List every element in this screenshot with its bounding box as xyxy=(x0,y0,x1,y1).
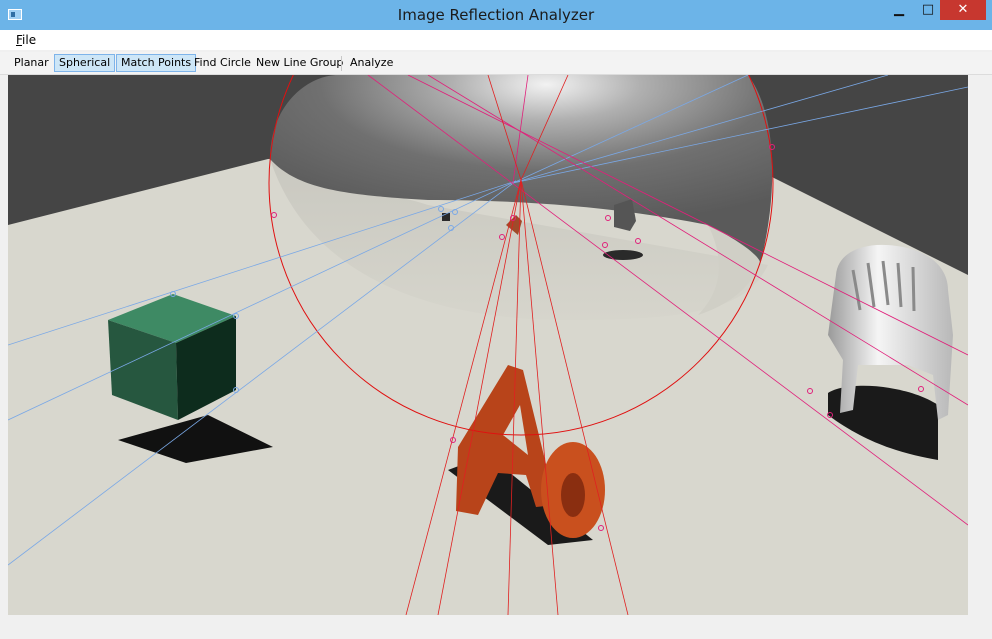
menu-file[interactable]: File xyxy=(16,33,36,47)
viewport-right-gutter xyxy=(968,75,986,615)
toolbar-separator xyxy=(341,56,342,71)
window-title: Image Reflection Analyzer xyxy=(397,6,595,24)
image-canvas[interactable] xyxy=(8,75,968,615)
maximize-button[interactable]: □ xyxy=(914,0,942,20)
new-line-group-button[interactable]: New Line Group xyxy=(252,55,347,71)
planar-button[interactable]: Planar xyxy=(10,55,53,71)
minimize-button[interactable]: ▁ xyxy=(885,0,913,20)
spherical-button[interactable]: Spherical xyxy=(54,54,116,72)
bottom-bar xyxy=(0,615,992,639)
menu-file-label: ile xyxy=(22,33,37,47)
find-circle-button[interactable]: Find Circle xyxy=(190,55,255,71)
match-points-button[interactable]: Match Points xyxy=(116,54,197,72)
title-bar: Image Reflection Analyzer ▁ □ ✕ xyxy=(0,0,992,30)
letter-a-hole xyxy=(561,473,585,517)
analyze-button[interactable]: Analyze xyxy=(346,55,397,71)
scene-image xyxy=(8,75,968,615)
toolbar: Planar Spherical Match Points Find Circl… xyxy=(0,52,992,75)
menu-bar: File xyxy=(0,30,992,50)
close-button[interactable]: ✕ xyxy=(940,0,986,20)
reflected-chair-shadow xyxy=(603,250,643,260)
